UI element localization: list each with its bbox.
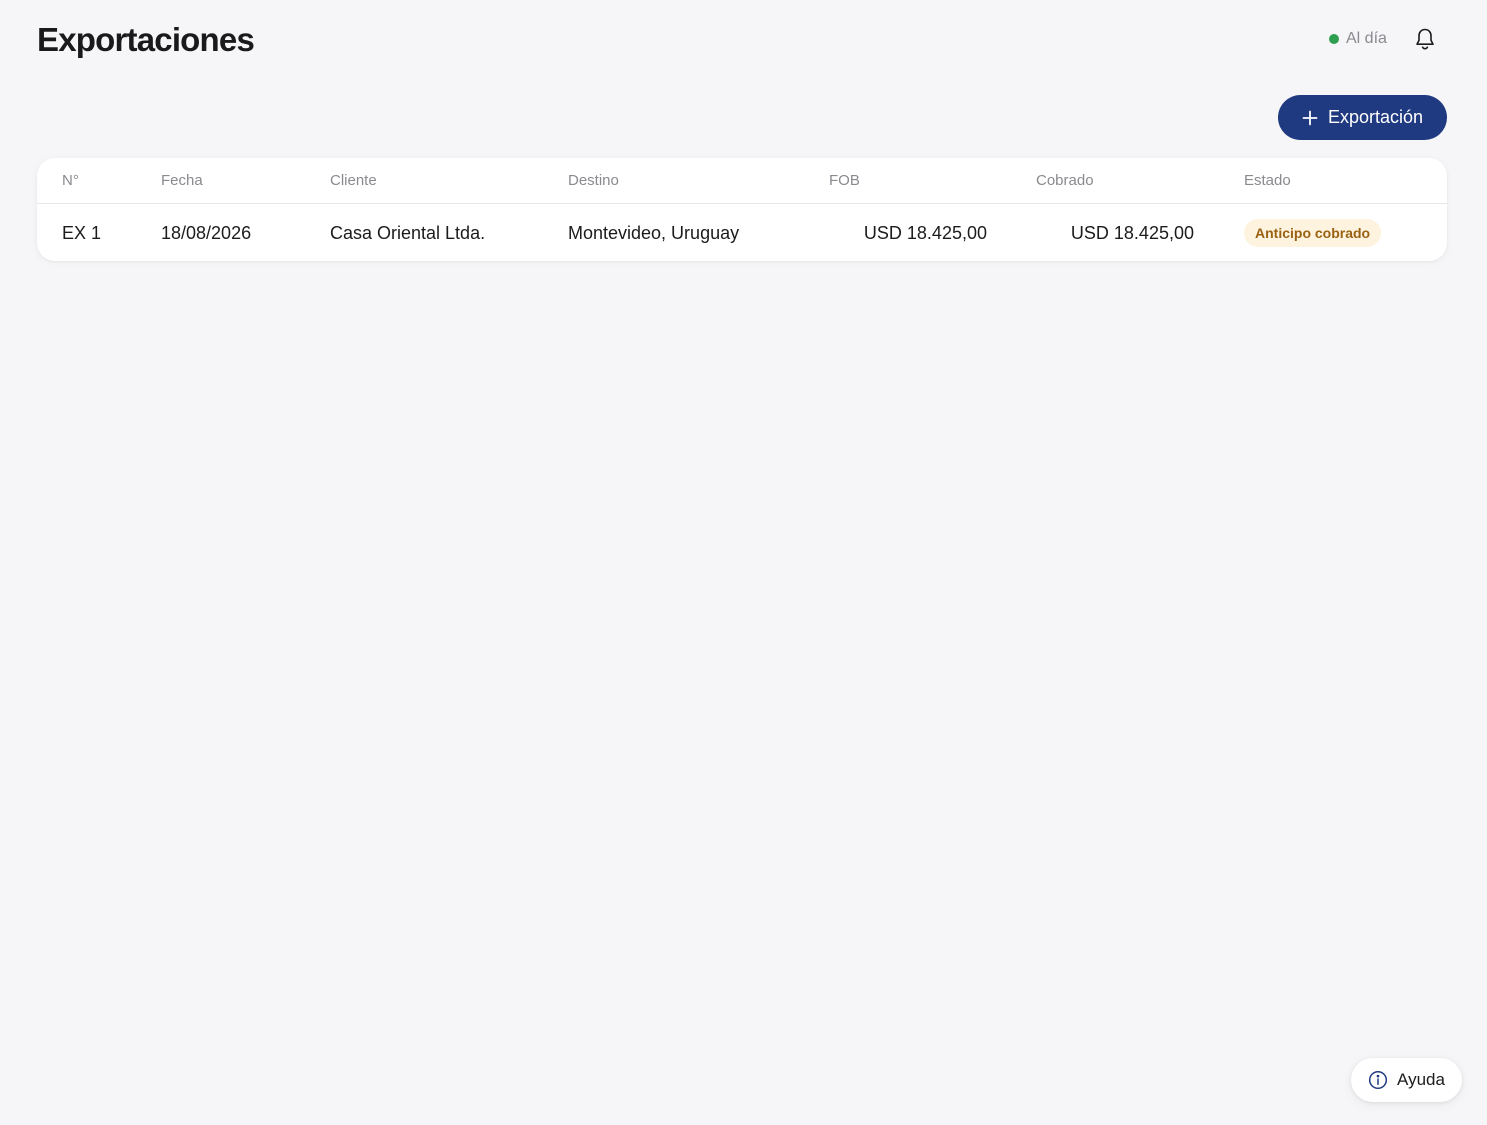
help-label: Ayuda: [1397, 1070, 1445, 1089]
column-header-destino[interactable]: Destino: [568, 158, 619, 203]
table-row[interactable]: EX 1 18/08/2026 Casa Oriental Ltda. Mont…: [37, 205, 1447, 261]
status-badge: Anticipo cobrado: [1244, 219, 1382, 247]
plus-icon: [1302, 110, 1318, 126]
help-button[interactable]: Ayuda: [1351, 1058, 1462, 1102]
column-header-fecha[interactable]: Fecha: [161, 158, 203, 203]
info-icon: [1368, 1070, 1388, 1090]
cell-cliente: Casa Oriental Ltda.: [330, 222, 486, 243]
cell-fob: USD 18.425,00: [863, 222, 987, 243]
cell-destino: Montevideo, Uruguay: [568, 222, 740, 243]
sync-status: Al día: [1329, 28, 1387, 50]
status-text: Al día: [1346, 30, 1387, 47]
page-title: Exportaciones: [37, 21, 255, 58]
add-export-label: Exportación: [1327, 107, 1424, 127]
column-header-fob[interactable]: FOB: [829, 158, 860, 203]
notifications-button[interactable]: [1412, 26, 1438, 52]
cell-fecha: 18/08/2026: [161, 222, 252, 243]
column-header-estado[interactable]: Estado: [1244, 158, 1291, 203]
exports-table: N° Fecha Cliente Destino FOB Cobrado Est…: [37, 158, 1447, 261]
table-header: N° Fecha Cliente Destino FOB Cobrado Est…: [37, 158, 1447, 204]
column-header-cliente[interactable]: Cliente: [330, 158, 377, 203]
status-dot: [1329, 34, 1339, 44]
add-export-button[interactable]: Exportación: [1278, 95, 1447, 140]
column-header-cobrado[interactable]: Cobrado: [1036, 158, 1094, 203]
cell-numero: EX 1: [62, 222, 102, 243]
column-header-numero[interactable]: N°: [62, 158, 79, 203]
cell-cobrado: USD 18.425,00: [1070, 222, 1194, 243]
bell-icon: [1416, 28, 1434, 50]
cell-estado: Anticipo cobrado: [1244, 205, 1382, 261]
